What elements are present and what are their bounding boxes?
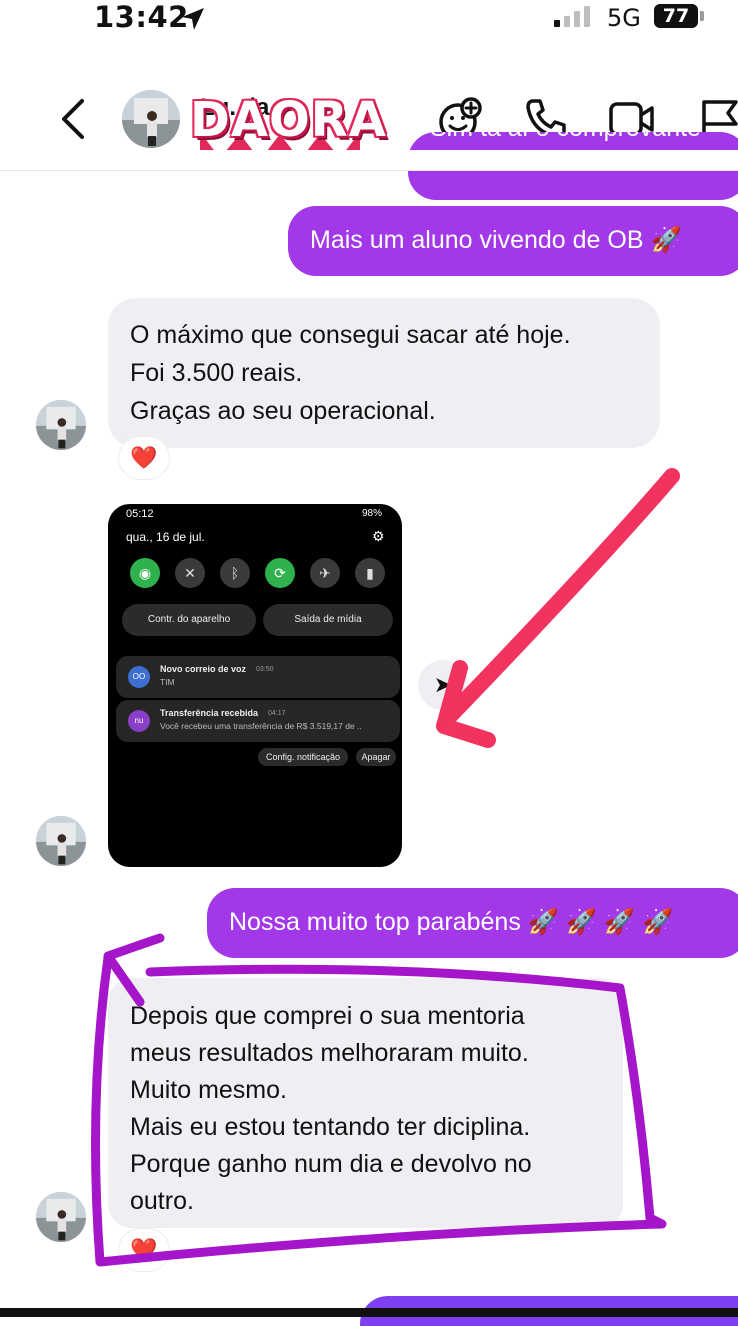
avatar-photo: [36, 1192, 86, 1242]
notification-body: Você recebeu uma transferência de R$ 3.5…: [160, 721, 362, 731]
avatar-photo: [36, 400, 86, 450]
message-line: Foi 3.500 reais.: [130, 359, 303, 387]
sender-avatar[interactable]: [36, 1192, 86, 1242]
location-arrow-icon: [182, 8, 204, 30]
screenshot-battery: 98%: [362, 508, 383, 519]
message-text: Nossa muito top parabéns 🚀 🚀 🚀 🚀: [229, 908, 674, 936]
notification-time: 03:50: [256, 666, 274, 673]
header-mask: [0, 150, 738, 171]
device-control-button: Contr. do aparelho: [122, 604, 256, 636]
status-time: 13:42: [94, 0, 189, 34]
contact-avatar[interactable]: [122, 90, 180, 148]
outgoing-message[interactable]: Mais um aluno vivendo de OB 🚀: [288, 206, 738, 276]
message-text: Mais um aluno vivendo de OB 🚀: [310, 226, 682, 254]
daora-sticker: DAORA: [190, 92, 387, 148]
message-line: Mais eu estou tentando ter diciplina.: [130, 1113, 531, 1141]
avatar-photo: [36, 816, 86, 866]
clear-notifications-button: Apagar: [356, 748, 396, 766]
shared-screenshot-image[interactable]: 05:12 98% qua., 16 de jul. ⚙ ◉ ✕ ᛒ ⟳ ✈ ▮…: [108, 504, 402, 867]
heart-reaction[interactable]: ❤️: [118, 436, 170, 480]
nubank-app-icon: nu: [128, 710, 150, 732]
settings-gear-icon: ⚙: [372, 528, 385, 544]
notification-time: 04:17: [268, 710, 286, 717]
bottom-edge: [0, 1308, 738, 1317]
status-bar: 13:42 5G 77: [0, 0, 738, 40]
message-text: Sim tá aí o comprovante: [430, 132, 701, 142]
message-line: Graças ao seu operacional.: [130, 397, 436, 425]
sender-avatar[interactable]: [36, 400, 86, 450]
notification-settings-button: Config. notificação: [258, 748, 348, 766]
rotate-toggle-icon: ⟳: [265, 558, 295, 588]
sender-avatar[interactable]: [36, 816, 86, 866]
screenshot-date: qua., 16 de jul.: [126, 530, 205, 544]
message-line: Porque ganho num dia e devolvo no: [130, 1150, 532, 1178]
screenshot-time: 05:12: [126, 508, 154, 520]
airplane-toggle-icon: ✈: [310, 558, 340, 588]
battery-tip: [700, 11, 704, 21]
message-line: Muito mesmo.: [130, 1076, 287, 1104]
message-line: meus resultados melhoraram muito.: [130, 1039, 529, 1067]
network-type: 5G: [607, 4, 641, 32]
avatar-photo: [122, 90, 180, 148]
bluetooth-toggle-icon: ᛒ: [220, 558, 250, 588]
heart-reaction[interactable]: ❤️: [118, 1228, 170, 1272]
message-line: outro.: [130, 1187, 194, 1215]
forward-icon[interactable]: ➤: [418, 660, 468, 710]
signal-bars-icon: [554, 6, 590, 27]
notification-transfer: nu Transferência recebida 04:17 Você rec…: [116, 700, 400, 742]
notification-voicemail: OO Novo correio de voz 03:50 TIM: [116, 656, 400, 698]
flashlight-toggle-icon: ▮: [355, 558, 385, 588]
notification-title: Novo correio de voz: [160, 664, 247, 674]
media-output-button: Saída de mídia: [263, 604, 393, 636]
mute-toggle-icon: ✕: [175, 558, 205, 588]
incoming-message[interactable]: O máximo que consegui sacar até hoje. Fo…: [108, 298, 660, 448]
outgoing-message[interactable]: Nossa muito top parabéns 🚀 🚀 🚀 🚀: [207, 888, 738, 958]
message-line: Depois que comprei o sua mentoria: [130, 1002, 525, 1030]
wifi-toggle-icon: ◉: [130, 558, 160, 588]
back-chevron-icon[interactable]: [58, 98, 88, 140]
pink-arrow-shaft: [442, 468, 680, 724]
voicemail-app-icon: OO: [128, 666, 150, 688]
notification-body: TIM: [160, 677, 175, 687]
incoming-message[interactable]: Depois que comprei o sua mentoria meus r…: [108, 978, 623, 1228]
battery-level: 77: [654, 4, 698, 28]
notification-title: Transferência recebida: [160, 708, 259, 718]
message-line: O máximo que consegui sacar até hoje.: [130, 321, 571, 349]
